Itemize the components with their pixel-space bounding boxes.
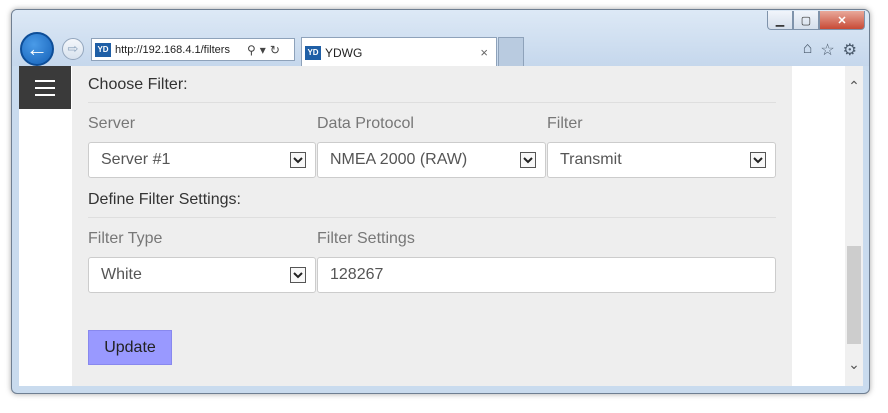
filter-type-label: Filter Type (88, 230, 163, 247)
server-label: Server (88, 115, 136, 132)
filter-type-select-value: White (101, 266, 142, 283)
divider (88, 102, 776, 103)
address-url[interactable]: http://192.168.4.1/filters (115, 44, 243, 56)
new-tab-button[interactable] (498, 37, 524, 66)
hamburger-line (35, 93, 55, 96)
gear-icon[interactable]: ⚙ (843, 40, 857, 60)
chevron-down-icon (750, 152, 766, 168)
browser-window: ▁ ▢ ✕ ← ⇨ YD http://192.168.4.1/filters … (11, 9, 870, 394)
maximize-icon: ▢ (800, 14, 812, 27)
star-icon[interactable]: ☆ (820, 40, 834, 60)
forward-arrow-icon: ⇨ (67, 41, 79, 56)
filter-select-value: Transmit (560, 151, 622, 168)
scroll-thumb[interactable] (847, 246, 861, 344)
filter-type-select[interactable]: White (88, 257, 316, 293)
choose-filter-heading: Choose Filter: (88, 76, 188, 93)
tab-ydwg[interactable]: YD YDWG × (301, 37, 497, 67)
page-right-margin (792, 66, 845, 386)
scroll-down-icon[interactable]: ⌄ (845, 354, 863, 374)
filter-select[interactable]: Transmit (547, 142, 776, 178)
divider (88, 217, 776, 218)
hamburger-line (35, 79, 55, 82)
vertical-scrollbar[interactable]: ⌃ ⌄ (845, 66, 863, 386)
page-viewport: Choose Filter: Server Data Protocol Filt… (19, 66, 863, 386)
close-icon: ✕ (837, 14, 847, 27)
back-button[interactable]: ← (20, 32, 54, 66)
search-icon[interactable]: ⚲ (247, 43, 256, 57)
protocol-label: Data Protocol (317, 115, 414, 132)
window-controls: ▁ ▢ ✕ (767, 11, 865, 30)
hamburger-line (35, 86, 55, 89)
filter-settings-label: Filter Settings (317, 230, 415, 247)
chevron-down-icon (290, 152, 306, 168)
minimize-icon: ▁ (775, 14, 785, 27)
tab-title: YDWG (325, 45, 363, 60)
tab-close-icon[interactable]: × (480, 45, 488, 60)
filter-form: Choose Filter: Server Data Protocol Filt… (72, 66, 792, 386)
forward-button[interactable]: ⇨ (62, 38, 84, 60)
home-icon[interactable]: ⌂ (803, 40, 813, 60)
server-select[interactable]: Server #1 (88, 142, 316, 178)
chevron-down-icon (520, 152, 536, 168)
chevron-down-icon (290, 267, 306, 283)
address-bar[interactable]: YD http://192.168.4.1/filters ⚲ ▾ ↻ (91, 38, 295, 61)
filter-label: Filter (547, 115, 583, 132)
minimize-button[interactable]: ▁ (767, 11, 793, 30)
back-arrow-icon: ← (26, 36, 48, 61)
define-filter-heading: Define Filter Settings: (88, 191, 241, 208)
address-bar-icons: ⚲ ▾ ↻ (247, 43, 280, 57)
maximize-button[interactable]: ▢ (793, 11, 819, 30)
refresh-icon[interactable]: ↻ (270, 43, 280, 57)
protocol-select[interactable]: NMEA 2000 (RAW) (317, 142, 546, 178)
hamburger-menu-button[interactable] (19, 66, 71, 109)
tab-favicon-icon: YD (305, 45, 321, 60)
close-button[interactable]: ✕ (819, 11, 865, 30)
dropdown-arrow-icon[interactable]: ▾ (260, 43, 266, 57)
update-button[interactable]: Update (88, 330, 172, 365)
site-favicon-icon: YD (95, 42, 111, 57)
protocol-select-value: NMEA 2000 (RAW) (330, 151, 468, 168)
server-select-value: Server #1 (101, 151, 171, 168)
filter-settings-input[interactable]: 128267 (317, 257, 776, 293)
browser-toolbar: ⌂ ☆ ⚙ (803, 40, 857, 60)
scroll-up-icon[interactable]: ⌃ (845, 76, 863, 96)
